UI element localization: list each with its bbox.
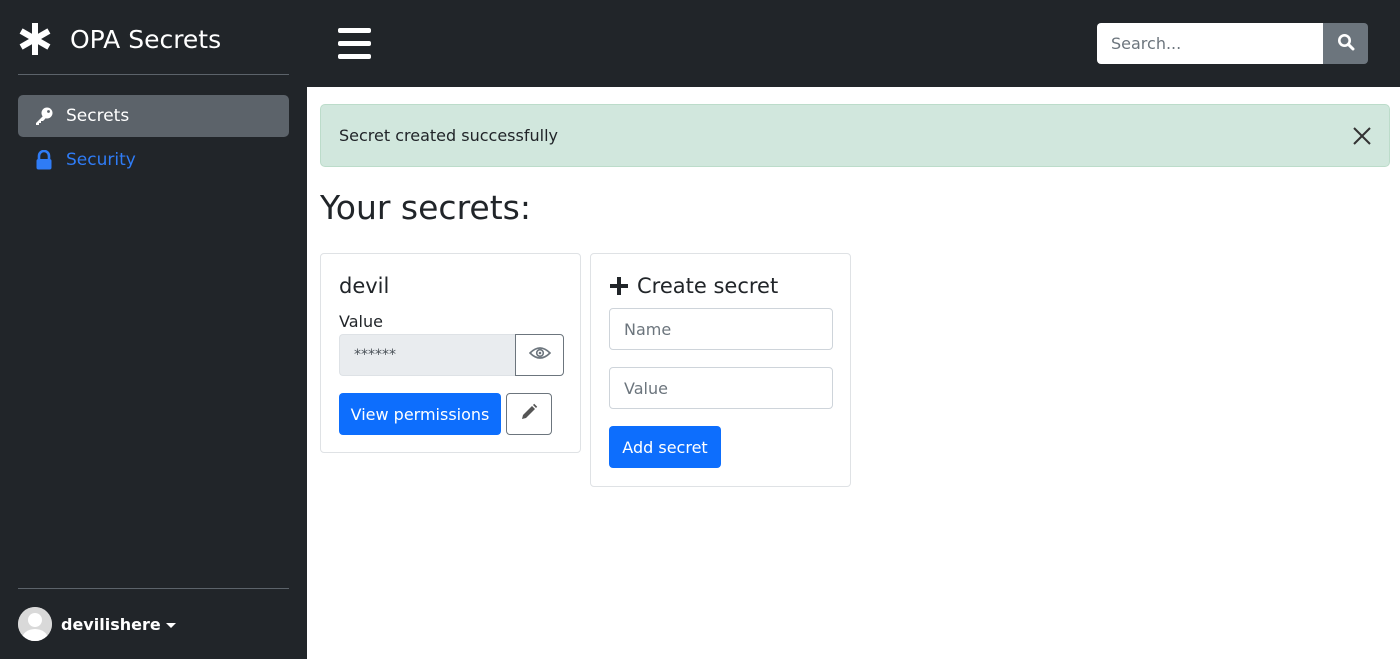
sidebar-divider: [18, 74, 289, 75]
pencil-icon: [520, 403, 538, 425]
sidebar-item-label: Secrets: [66, 106, 130, 126]
view-permissions-button[interactable]: View permissions: [339, 393, 501, 435]
close-icon[interactable]: [1351, 125, 1373, 147]
sidebar-item-label: Security: [66, 150, 136, 170]
secret-name: devil: [339, 274, 390, 298]
create-secret-title-text: Create secret: [637, 274, 779, 298]
reveal-value-button[interactable]: [515, 334, 564, 376]
secret-card: devil Value ****** View permissions: [320, 253, 581, 453]
search-button[interactable]: [1323, 23, 1368, 64]
create-secret-title: Create secret: [609, 274, 778, 298]
asterisk-logo-icon: [18, 22, 52, 56]
alert-message: Secret created successfully: [339, 126, 558, 145]
value-label: Value: [339, 312, 383, 331]
key-icon: [34, 106, 54, 126]
app-title: OPA Secrets: [70, 24, 222, 54]
edit-secret-button[interactable]: [506, 393, 552, 435]
page-title: Your secrets:: [320, 188, 531, 227]
search-icon: [1337, 33, 1355, 55]
user-name: devilishere: [61, 614, 161, 634]
lock-icon: [34, 150, 54, 170]
add-secret-button[interactable]: Add secret: [609, 426, 721, 468]
sidebar-item-secrets[interactable]: Secrets: [18, 95, 289, 137]
secret-value-input[interactable]: [609, 367, 833, 409]
sidebar-divider-bottom: [18, 588, 289, 589]
create-secret-card: Create secret Add secret: [590, 253, 851, 487]
top-navbar: [307, 0, 1400, 87]
plus-icon: [609, 276, 629, 296]
eye-icon: [528, 345, 551, 365]
success-alert: Secret created successfully: [320, 104, 1390, 167]
caret-down-icon: [165, 622, 176, 628]
user-menu[interactable]: devilishere: [18, 607, 176, 641]
menu-toggle-icon[interactable]: [338, 27, 371, 60]
sidebar: OPA Secrets Secrets Security devilishere: [0, 0, 307, 659]
avatar: [18, 607, 52, 641]
search-input[interactable]: [1097, 23, 1323, 64]
sidebar-item-security[interactable]: Security: [18, 139, 289, 181]
secret-name-input[interactable]: [609, 308, 833, 350]
secret-value-field[interactable]: ******: [339, 334, 515, 376]
brand[interactable]: OPA Secrets: [18, 18, 221, 60]
